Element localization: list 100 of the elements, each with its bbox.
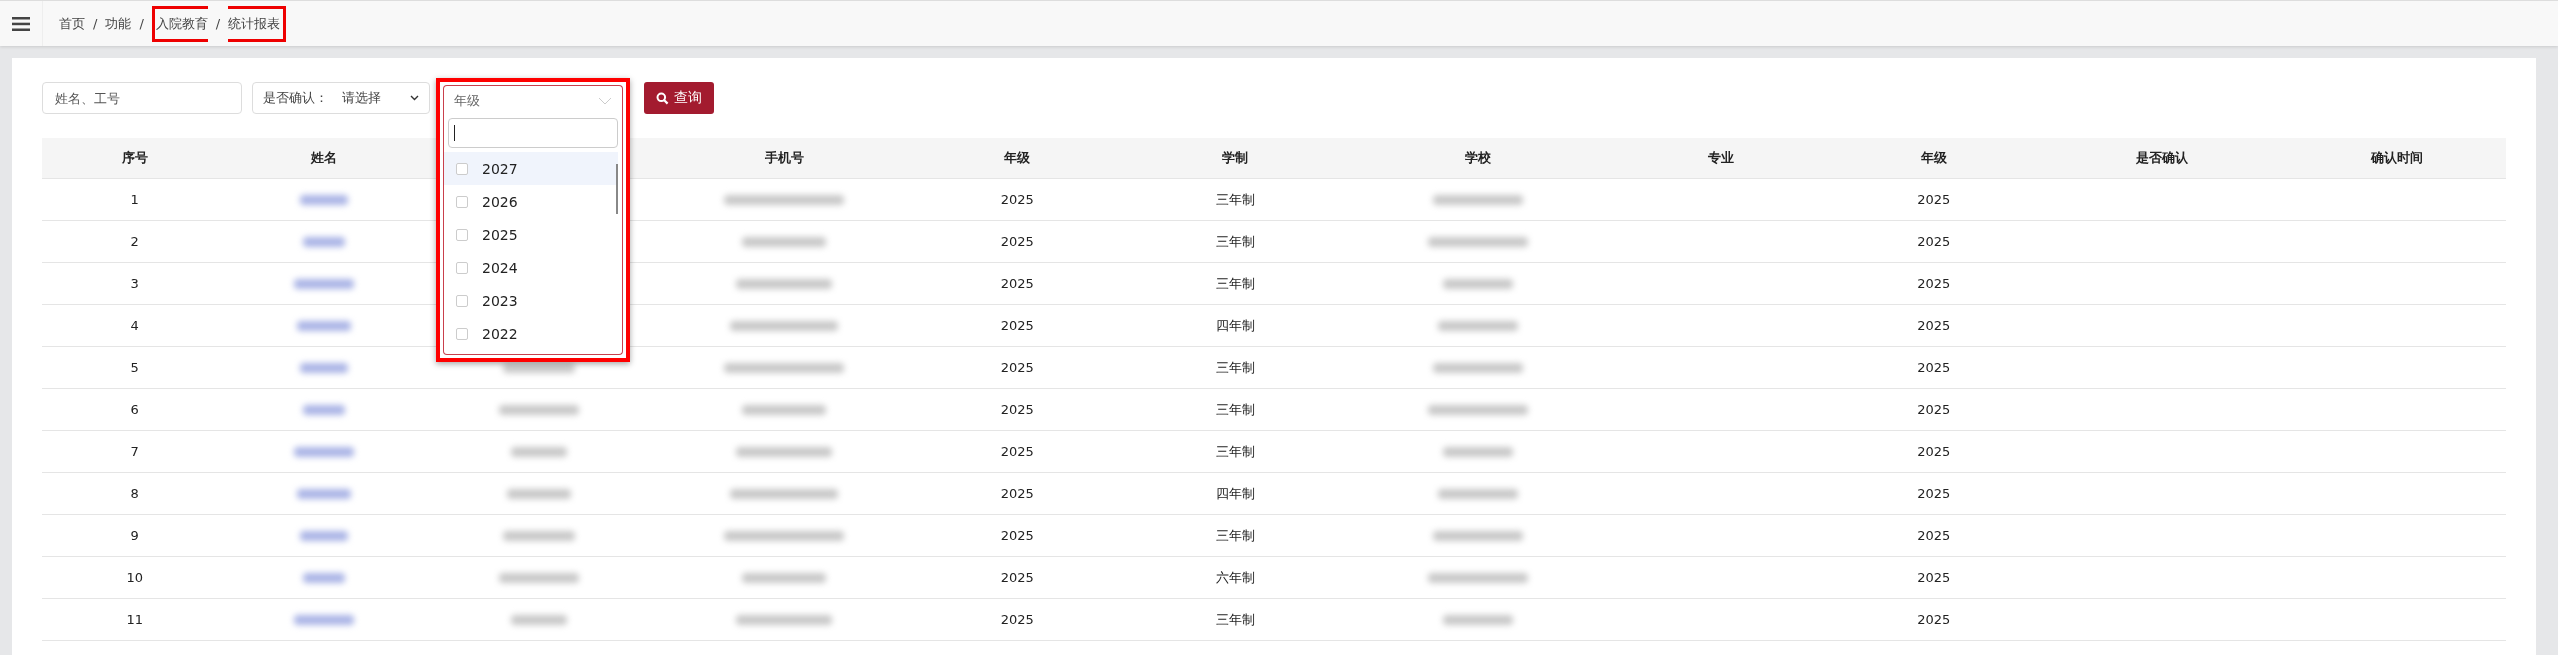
table-cell: 2025 (1000, 234, 1034, 249)
table-cell: 2025 (1000, 612, 1034, 627)
column-header: 序号 (121, 149, 148, 167)
table-cell: 2025 (1917, 192, 1951, 207)
blurred-text (296, 488, 351, 499)
dropdown-option[interactable]: 2025 (444, 218, 618, 251)
search-field[interactable]: 姓名、工号 (42, 82, 242, 114)
table-cell: 2025 (1000, 276, 1034, 291)
blurred-text (506, 488, 571, 499)
table-cell: 2025 (1917, 612, 1951, 627)
table-cell: 2025 (1917, 276, 1951, 291)
table-cell: 三年制 (1215, 274, 1255, 293)
menu-icon[interactable] (12, 16, 30, 31)
blurred-text (1443, 446, 1514, 457)
table-cell: 11 (126, 612, 143, 627)
column-header: 确认时间 (2371, 149, 2424, 167)
blurred-text (510, 446, 567, 457)
breadcrumb-separator: / (93, 16, 98, 31)
breadcrumb-item[interactable]: 统计报表 (228, 5, 287, 42)
chevron-icon (410, 95, 419, 101)
search-icon (656, 91, 669, 105)
table-cell: 2025 (1000, 318, 1034, 333)
table-cell: 2025 (1000, 528, 1034, 543)
table-cell: 1 (130, 192, 139, 207)
table-cell: 三年制 (1215, 358, 1255, 377)
blurred-text (1443, 278, 1514, 289)
column-header: 学制 (1222, 149, 1248, 167)
table-cell: 2025 (1000, 486, 1034, 501)
table-cell: 2025 (1917, 444, 1951, 459)
table-cell: 6 (130, 402, 139, 417)
dropdown-option[interactable]: 2023 (444, 284, 618, 317)
blurred-text (302, 572, 345, 583)
table-cell: 三年制 (1215, 400, 1255, 419)
checkbox[interactable] (456, 261, 468, 274)
breadcrumb-item[interactable]: 功能 (105, 8, 132, 39)
grade-select[interactable]: 年级 (443, 85, 623, 116)
checkbox[interactable] (456, 162, 468, 175)
table-cell: 六年制 (1215, 568, 1255, 587)
table-cell: 2025 (1000, 192, 1034, 207)
table-cell: 2025 (1000, 570, 1034, 585)
table-cell: 三年制 (1215, 610, 1255, 629)
table-cell: 3 (130, 276, 139, 291)
table-cell: 8 (130, 486, 139, 501)
blurred-text (293, 614, 354, 625)
table-cell: 2 (130, 234, 139, 249)
breadcrumb-item[interactable]: 入院教育 (151, 5, 208, 42)
table-cell: 2025 (1917, 234, 1951, 249)
blurred-text (299, 530, 348, 541)
table-cell: 5 (130, 360, 139, 375)
table-cell: 10 (126, 570, 143, 585)
table-cell: 2025 (1917, 318, 1951, 333)
blurred-text (299, 194, 348, 205)
table-cell: 2025 (1917, 528, 1951, 543)
table-cell: 4 (130, 318, 139, 333)
table-cell: 2025 (1917, 486, 1951, 501)
table-cell: 2025 (1917, 402, 1951, 417)
checkbox[interactable] (456, 327, 468, 340)
table-cell: 2025 (1000, 360, 1034, 375)
table-cell: 7 (130, 444, 139, 459)
table-cell: 三年制 (1215, 232, 1255, 251)
column-header: 年级 (1920, 149, 1947, 167)
column-header: 学校 (1465, 149, 1492, 167)
table-cell: 三年制 (1215, 190, 1255, 209)
blurred-text (302, 236, 345, 247)
table-cell: 9 (130, 528, 139, 543)
blurred-text (302, 404, 345, 415)
dropdown-search-field[interactable] (448, 118, 618, 148)
chevron-icon (598, 97, 612, 105)
column-header: 姓名 (310, 149, 337, 167)
confirm-select[interactable]: 是否确认： 请选择 (252, 82, 430, 114)
blurred-text (293, 278, 354, 289)
dropdown-option[interactable]: 2024 (444, 251, 618, 284)
blurred-text (1443, 614, 1514, 625)
blurred-text (299, 362, 348, 373)
table-cell: 2025 (1000, 444, 1034, 459)
table-cell: 三年制 (1215, 442, 1255, 461)
checkbox[interactable] (456, 195, 468, 208)
checkbox[interactable] (456, 228, 468, 241)
checkbox[interactable] (456, 294, 468, 307)
table-cell: 2025 (1000, 402, 1034, 417)
breadcrumb-item[interactable]: 首页 (59, 8, 85, 39)
table-cell: 2025 (1917, 360, 1951, 375)
dropdown-option[interactable]: 2026 (444, 185, 618, 218)
column-header: 年级 (1004, 149, 1031, 167)
column-header: 手机号 (764, 149, 804, 167)
breadcrumb-separator: / (139, 16, 144, 31)
column-header: 专业 (1708, 149, 1735, 167)
query-button[interactable]: 查询 (644, 82, 714, 114)
table-cell: 四年制 (1215, 316, 1255, 335)
table-cell: 四年制 (1215, 484, 1255, 503)
table-cell: 2025 (1917, 570, 1951, 585)
breadcrumb-separator: / (215, 16, 221, 31)
blurred-text (510, 614, 567, 625)
table-cell: 三年制 (1215, 526, 1255, 545)
column-header: 是否确认 (2135, 149, 2188, 167)
scrollbar-thumb[interactable] (616, 164, 618, 214)
dropdown-option[interactable]: 2022 (444, 317, 618, 350)
blurred-text (296, 320, 351, 331)
dropdown-option[interactable]: 2027 (444, 152, 618, 185)
blurred-text (293, 446, 354, 457)
